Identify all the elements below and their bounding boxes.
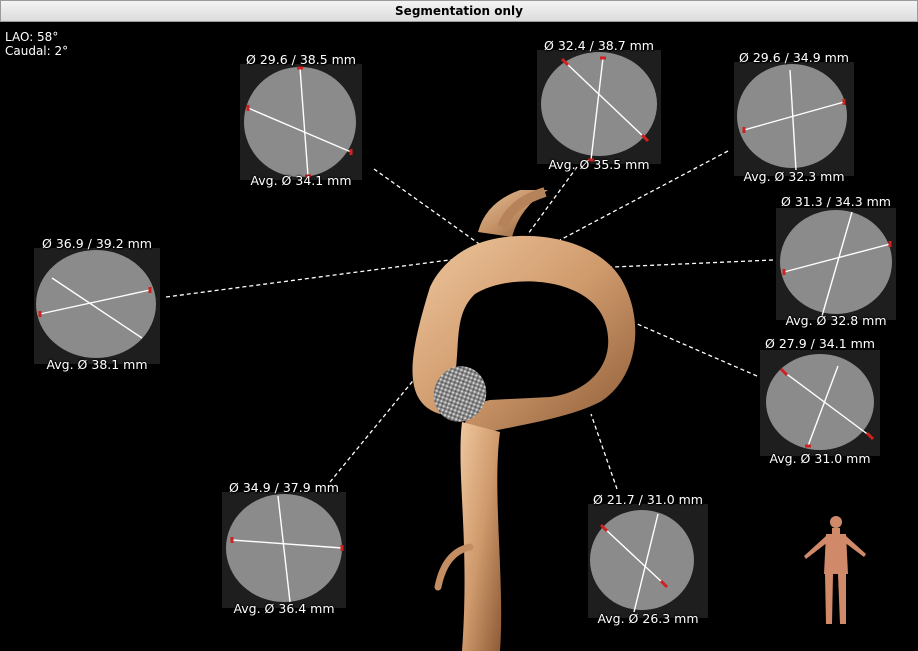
3d-viewport[interactable]: LAO: 58° Caudal: 2° Ø 29.6 / 38.5 mm Avg…	[0, 22, 918, 651]
cross-section-panel[interactable]: Ø 29.6 / 38.5 mm Avg. Ø 34.1 mm	[236, 52, 366, 188]
cross-section-image	[760, 350, 880, 456]
cross-section-panel[interactable]: Ø 31.3 / 34.3 mm Avg. Ø 32.8 mm	[772, 194, 900, 328]
cross-section-image	[240, 64, 362, 180]
diameter-label: Ø 32.4 / 38.7 mm	[544, 38, 654, 53]
cross-section-image	[537, 50, 661, 164]
cross-section-panel[interactable]: Ø 29.6 / 34.9 mm Avg. Ø 32.3 mm	[730, 50, 858, 184]
diameter-label: Ø 36.9 / 39.2 mm	[42, 236, 152, 251]
diameter-label: Ø 29.6 / 38.5 mm	[246, 52, 356, 67]
diameter-label: Ø 29.6 / 34.9 mm	[739, 50, 849, 65]
cross-section-image	[34, 248, 160, 364]
average-diameter-label: Avg. Ø 31.0 mm	[769, 451, 871, 466]
cross-section-image	[588, 504, 708, 618]
human-body-orientation-icon	[804, 516, 866, 624]
average-diameter-label: Avg. Ø 35.5 mm	[548, 157, 650, 172]
cross-section-panel[interactable]: Ø 21.7 / 31.0 mm Avg. Ø 26.3 mm	[584, 492, 712, 626]
cross-section-panel[interactable]: Ø 36.9 / 39.2 mm Avg. Ø 38.1 mm	[32, 236, 162, 372]
diameter-label: Ø 34.9 / 37.9 mm	[229, 480, 339, 495]
cross-section-image	[222, 492, 346, 608]
cross-section-panel[interactable]: Ø 27.9 / 34.1 mm Avg. Ø 31.0 mm	[758, 336, 882, 466]
diameter-label: Ø 27.9 / 34.1 mm	[765, 336, 875, 351]
diameter-label: Ø 31.3 / 34.3 mm	[781, 194, 891, 209]
diameter-label: Ø 21.7 / 31.0 mm	[593, 492, 703, 507]
segmentation-viewer-window: Segmentation only LAO: 58° Caudal: 2° Ø …	[0, 0, 918, 651]
cross-section-panel[interactable]: Ø 34.9 / 37.9 mm Avg. Ø 36.4 mm	[218, 480, 350, 616]
average-diameter-label: Avg. Ø 32.8 mm	[785, 313, 887, 328]
average-diameter-label: Avg. Ø 32.3 mm	[743, 169, 845, 184]
cross-section-panel[interactable]: Ø 32.4 / 38.7 mm Avg. Ø 35.5 mm	[535, 38, 663, 172]
window-title: Segmentation only	[0, 0, 918, 22]
cross-section-image	[776, 208, 896, 320]
average-diameter-label: Avg. Ø 34.1 mm	[250, 173, 352, 188]
cross-section-image	[734, 62, 854, 176]
average-diameter-label: Avg. Ø 36.4 mm	[233, 601, 335, 616]
average-diameter-label: Avg. Ø 38.1 mm	[46, 357, 148, 372]
average-diameter-label: Avg. Ø 26.3 mm	[597, 611, 699, 626]
